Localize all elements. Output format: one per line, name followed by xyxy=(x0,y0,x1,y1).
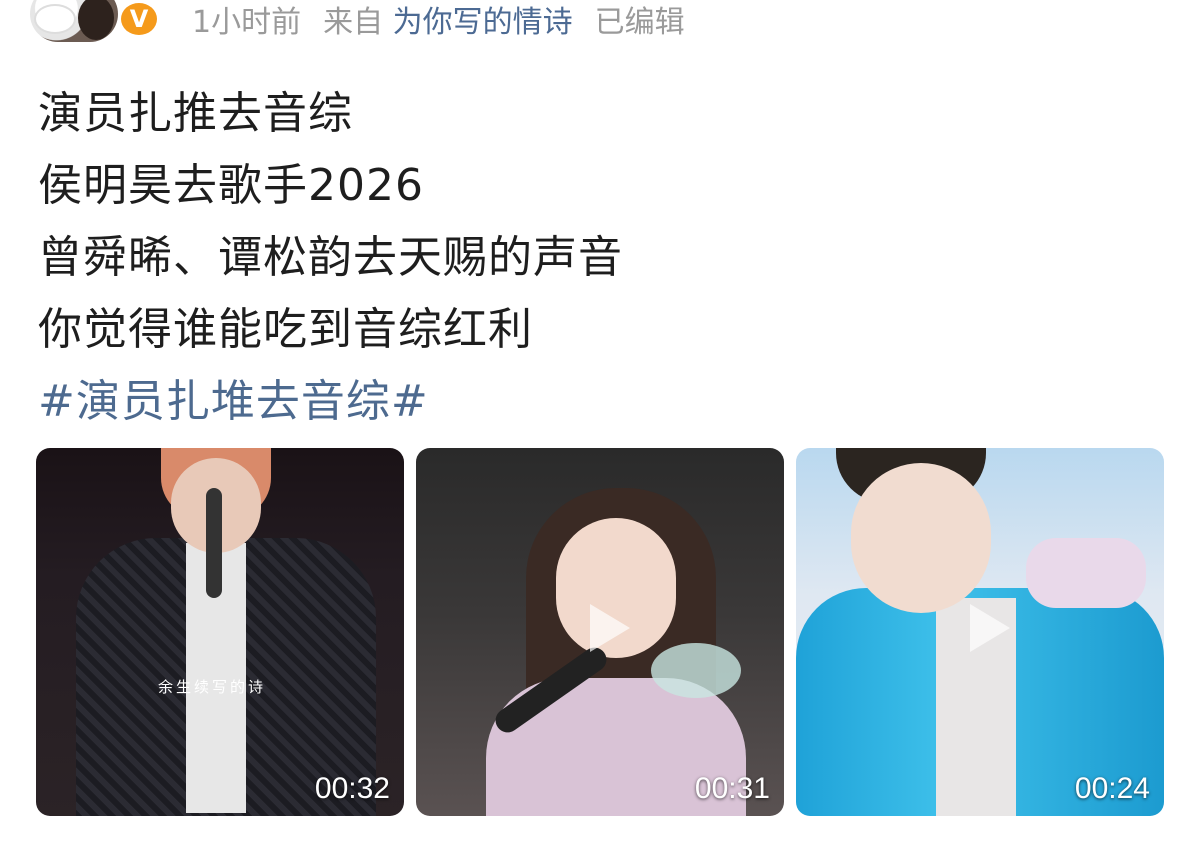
post-line: 曾舜晞、谭松韵去天赐的声音 xyxy=(38,232,623,283)
video-thumbnail-3[interactable]: 00:24 xyxy=(796,448,1164,816)
post-header: V 1小时前 来自 为你写的情诗 已编辑 xyxy=(0,0,1200,52)
post-text: 演员扎推去音综 侯明昊去歌手2026 曾舜晞、谭松韵去天赐的声音 你觉得谁能吃到… xyxy=(38,78,1158,438)
thumbnail-figure xyxy=(206,488,222,598)
post-meta: 1小时前 来自 为你写的情诗 已编辑 xyxy=(192,4,685,42)
post-line: 演员扎推去音综 xyxy=(38,88,353,139)
video-duration: 00:32 xyxy=(314,772,390,805)
post-time: 1小时前 xyxy=(192,5,302,40)
source-prefix: 来自 xyxy=(323,5,384,40)
video-thumbnail-1[interactable]: 余生续写的诗 00:32 xyxy=(36,448,404,816)
video-caption: 余生续写的诗 xyxy=(158,678,267,696)
video-duration: 00:31 xyxy=(694,772,770,805)
post-line: 侯明昊去歌手2026 xyxy=(38,160,424,211)
verified-badge-icon: V xyxy=(118,0,160,38)
thumbnail-figure xyxy=(651,643,741,698)
avatar[interactable] xyxy=(30,0,118,42)
avatar-cat-graphic xyxy=(34,4,76,34)
video-duration: 00:24 xyxy=(1074,772,1150,805)
play-icon[interactable] xyxy=(956,598,1016,658)
thumbnail-figure xyxy=(851,463,991,613)
avatar-face-graphic xyxy=(78,0,114,40)
play-icon[interactable] xyxy=(576,598,636,658)
source-link[interactable]: 为你写的情诗 xyxy=(393,5,573,40)
video-grid: 余生续写的诗 00:32 00:31 00:24 xyxy=(36,448,1166,816)
thumbnail-figure xyxy=(1026,538,1146,608)
video-thumbnail-2[interactable]: 00:31 xyxy=(416,448,784,816)
post-line: 你觉得谁能吃到音综红利 xyxy=(38,304,533,355)
hashtag-link[interactable]: #演员扎堆去音综# xyxy=(38,366,1158,438)
edited-label: 已编辑 xyxy=(594,5,685,40)
